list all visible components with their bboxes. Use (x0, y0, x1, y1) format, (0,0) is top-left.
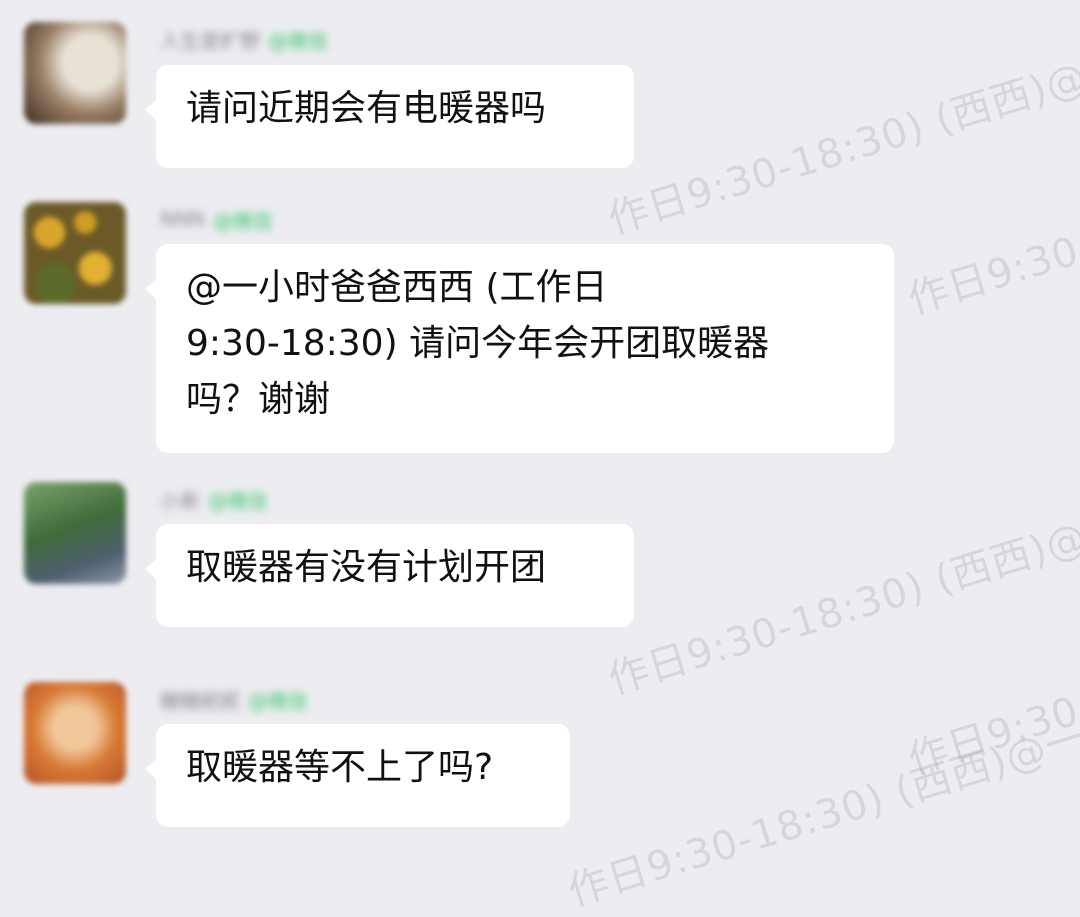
sender-tag: @微信 (212, 208, 273, 233)
message-bubble[interactable]: 取暖器有没有计划开团 (145, 524, 634, 627)
sender-tag: @微信 (208, 488, 268, 513)
watermark-text: 作日9:30-18:30) (西西)@一小时爸 (902, 86, 1080, 324)
sender-name: 糖糖妮妮 @微信 (160, 686, 308, 713)
sender-tag: @微信 (268, 28, 328, 53)
watermark-text: 作日9:30-18:30) (西西)@一小时爸 (562, 677, 1080, 916)
watermark-text: 作日9:30-18:30) (西西)@一小时爸 (902, 546, 1080, 784)
message-bubble[interactable]: 请问近期会有电暖器吗 (145, 65, 634, 168)
sender-name: NNN @微信 (160, 206, 273, 233)
avatar[interactable] (24, 482, 126, 584)
sender-name-text: 人生是旷野 (160, 28, 260, 53)
avatar[interactable] (24, 202, 126, 304)
sender-name-text: NNN (160, 207, 205, 231)
message-bubble[interactable]: 取暖器等不上了吗? (145, 724, 570, 827)
message-text-line: @一小时爸爸西西 (工作日 (186, 267, 608, 308)
sender-tag: @微信 (248, 688, 308, 713)
avatar[interactable] (24, 682, 126, 784)
message-text: 请问近期会有电暖器吗 (186, 88, 547, 129)
message-bubble[interactable]: @一小时爸爸西西 (工作日 9:30-18:30) 请问今年会开团取暖器 吗？谢… (145, 244, 894, 453)
watermark-text: 作日9:30-18:30) (西西)@一小时爸 (602, 5, 1080, 244)
message-text: 取暖器等不上了吗? (186, 747, 494, 788)
sender-name: 人生是旷野 @微信 (160, 26, 328, 53)
watermark-text: 作日9:30-18:30) (西西)@一小时爸 (602, 465, 1080, 704)
sender-name: 小新 @微信 (160, 486, 268, 513)
message-text-line: 9:30-18:30) 请问今年会开团取暖器 (186, 323, 770, 364)
message-text: 取暖器有没有计划开团 (186, 547, 547, 588)
sender-name-text: 小新 (160, 488, 200, 513)
avatar[interactable] (24, 22, 126, 124)
message-text-line: 吗？谢谢 (186, 379, 331, 420)
sender-name-text: 糖糖妮妮 (160, 688, 240, 713)
